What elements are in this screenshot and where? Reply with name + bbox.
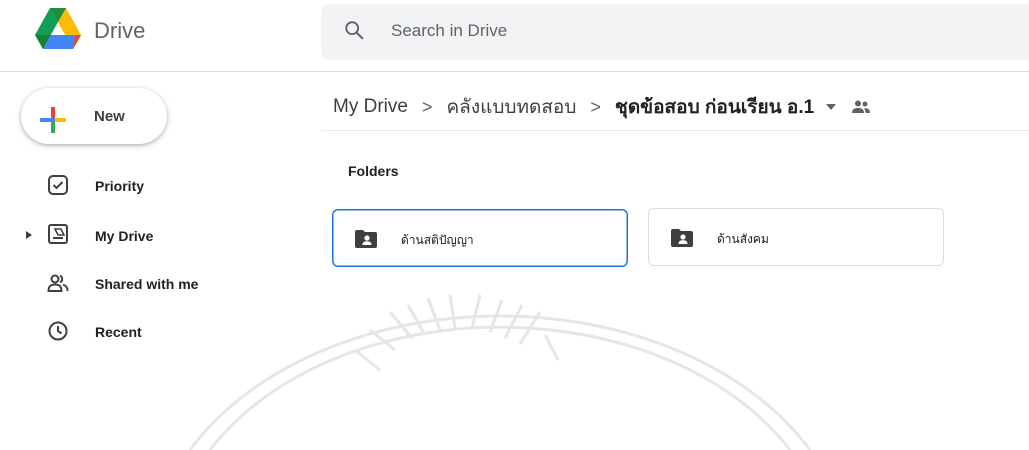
plus-icon [40, 107, 66, 133]
content-divider [321, 130, 1029, 131]
app-title: Drive [94, 18, 146, 43]
watermark-seal-icon [188, 294, 812, 450]
breadcrumb-separator-icon: > [421, 96, 433, 117]
breadcrumb: My Drive > คลังแบบทดสอบ > ชุดข้อสอบ ก่อน… [333, 92, 872, 122]
search-icon[interactable] [343, 19, 365, 41]
sidebar-item-my-drive[interactable]: My Drive [95, 228, 153, 244]
dropdown-caret-icon[interactable] [826, 104, 837, 110]
search-input[interactable]: Search in Drive [391, 21, 507, 41]
breadcrumb-item-question-bank[interactable]: คลังแบบทดสอบ [446, 92, 576, 122]
sidebar-item-recent[interactable]: Recent [95, 324, 142, 340]
priority-check-icon [48, 175, 68, 195]
breadcrumb-item-current-folder[interactable]: ชุดข้อสอบ ก่อนเรียน อ.1 [615, 92, 814, 122]
shared-folder-icon [355, 230, 377, 248]
expand-caret-icon[interactable] [24, 230, 34, 240]
new-button-label: New [94, 108, 125, 125]
my-drive-icon [48, 224, 68, 244]
folder-name: ด้านสติปัญญา [401, 233, 474, 247]
header-divider [0, 71, 1029, 72]
folders-heading: Folders [348, 163, 399, 179]
clock-icon [48, 321, 68, 341]
breadcrumb-separator-icon: > [590, 96, 601, 117]
breadcrumb-item-my-drive[interactable]: My Drive [333, 96, 408, 118]
sidebar-item-priority[interactable]: Priority [95, 178, 144, 194]
google-drive-logo-icon[interactable] [35, 8, 81, 52]
shared-with-me-icon [47, 274, 69, 292]
folder-name: ด้านสังคม [717, 232, 769, 246]
shared-folder-icon [671, 229, 693, 247]
shared-people-icon[interactable] [850, 99, 872, 115]
